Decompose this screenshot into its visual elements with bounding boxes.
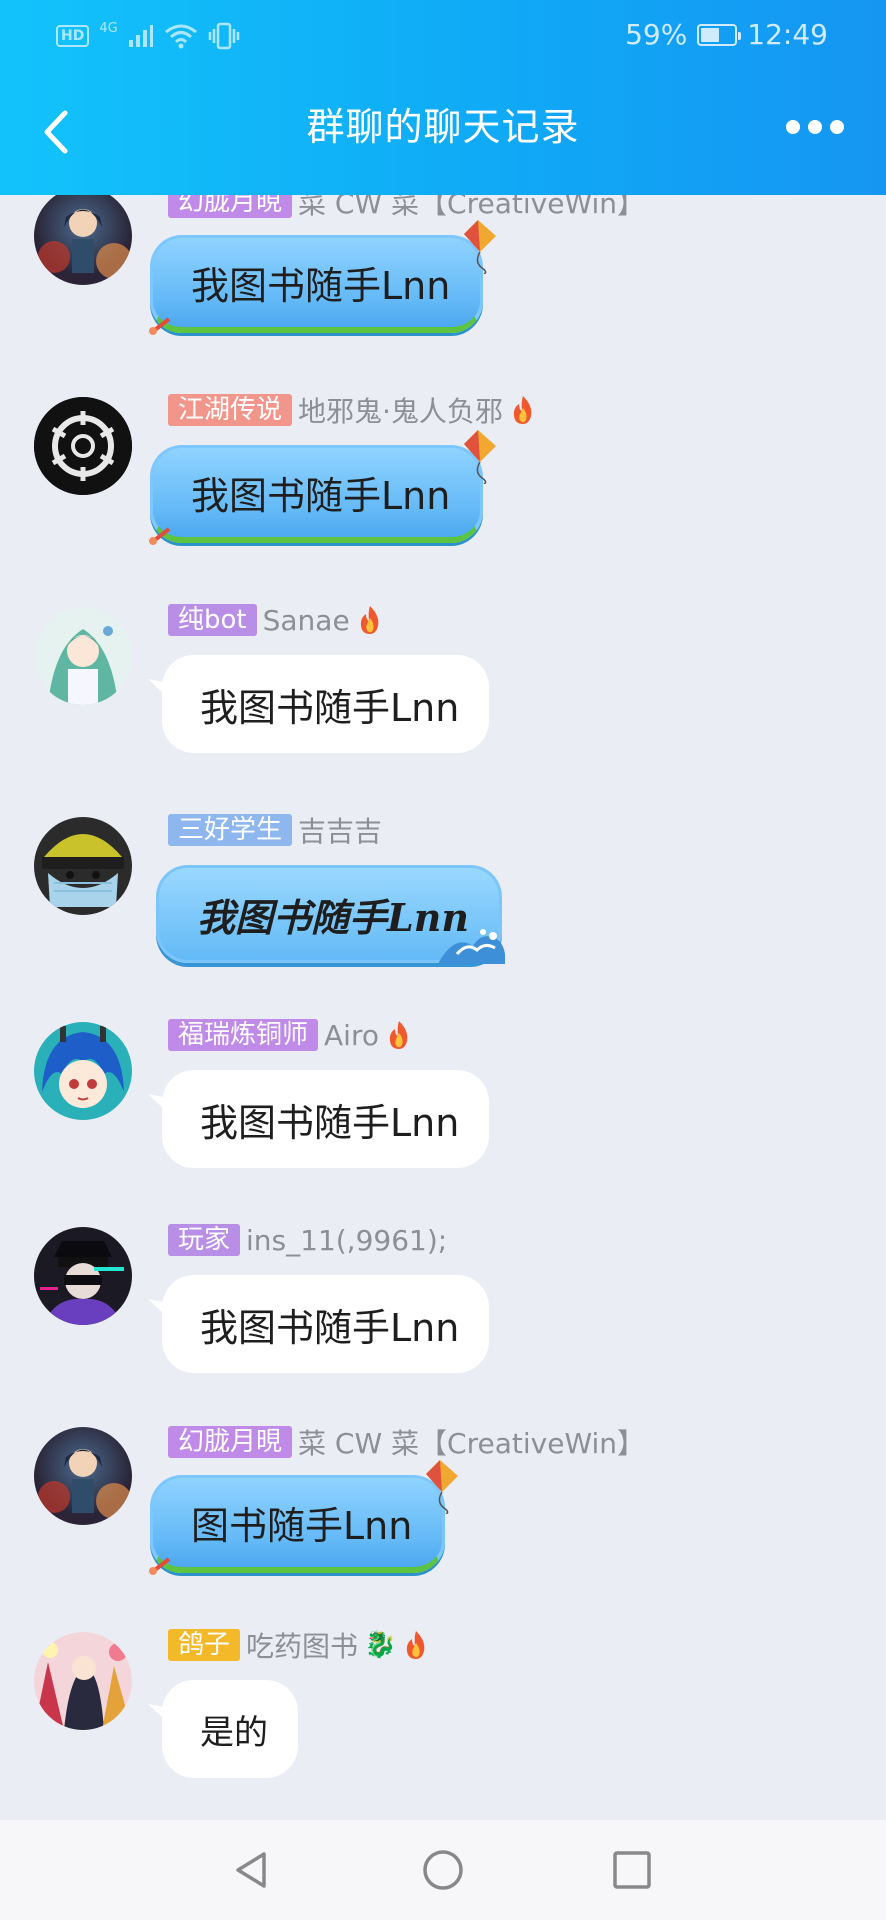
- page-title: 群聊的聊天记录: [306, 105, 580, 149]
- member-title-badge: 福瑞炼铜师: [168, 1019, 319, 1051]
- avatar[interactable]: [34, 607, 132, 705]
- circle-home-icon[interactable]: [421, 1848, 465, 1892]
- avatar[interactable]: [34, 1227, 132, 1325]
- message-text: 图书随手Lnn: [191, 1504, 413, 1548]
- avatar[interactable]: [34, 817, 132, 915]
- message-bubble[interactable]: 我图书随手Lnn: [162, 1275, 490, 1373]
- member-title-badge: 幻胧月晛: [168, 1426, 293, 1458]
- battery-icon: [697, 23, 742, 46]
- member-title-badge: 鸽子: [168, 1629, 241, 1661]
- message-text: 我图书随手Lnn: [200, 1305, 460, 1350]
- member-title-badge: 纯bot: [168, 604, 257, 636]
- more-dot: [786, 120, 800, 134]
- sender-nickname[interactable]: 吉吉吉: [298, 810, 382, 850]
- app-header: HD 4G 59% 12:49 群聊的聊天记录: [0, 0, 886, 195]
- bubble-tail-icon: [149, 317, 171, 335]
- wave-icon: [438, 929, 505, 964]
- chat-history-list[interactable]: 幻胧月晛 菜 CW 菜【CreativeWin】 我图书随手Lnn 江湖传说 地…: [0, 195, 886, 1820]
- sender-line: 纯bot Sanae: [168, 603, 384, 637]
- sender-line: 幻胧月晛 菜 CW 菜【CreativeWin】: [168, 195, 645, 220]
- status-left: HD 4G: [56, 20, 240, 50]
- sender-line: 福瑞炼铜师 Airo: [168, 1018, 413, 1052]
- sender-nickname[interactable]: ins_11(,9961);: [246, 1224, 447, 1257]
- message-bubble[interactable]: 我图书随手Lnn: [149, 430, 497, 545]
- message-bubble[interactable]: 图书随手Lnn: [149, 1460, 459, 1575]
- member-title-badge: 玩家: [168, 1224, 241, 1256]
- more-dot: [808, 120, 822, 134]
- message-bubble[interactable]: 我图书随手Lnn: [162, 655, 490, 753]
- status-right: 59% 12:49: [625, 18, 828, 51]
- avatar[interactable]: [34, 195, 132, 285]
- sender-nickname[interactable]: Sanae: [263, 604, 350, 637]
- bubble-tail-icon: [149, 527, 171, 545]
- battery-percent: 59%: [625, 18, 688, 51]
- vibrate-icon: [208, 22, 239, 50]
- sender-nickname[interactable]: Airo: [324, 1019, 379, 1052]
- kite-icon: [464, 430, 497, 484]
- avatar[interactable]: [34, 1632, 132, 1730]
- message-text: 我图书随手Lnn: [191, 474, 451, 518]
- fire-icon: [360, 606, 379, 634]
- sender-line: 玩家 ins_11(,9961);: [168, 1223, 447, 1257]
- message-bubble[interactable]: 我图书随手Lnn: [149, 220, 497, 335]
- system-navigation-bar: [0, 1820, 886, 1920]
- battery-level: [701, 27, 719, 42]
- fire-icon: [513, 396, 532, 424]
- sender-nickname[interactable]: 地邪鬼·鬼人负邪: [298, 390, 503, 430]
- message-text: 我图书随手Lnn: [200, 685, 460, 730]
- clock: 12:49: [747, 18, 828, 51]
- sender-line: 幻胧月晛 菜 CW 菜【CreativeWin】: [168, 1422, 645, 1462]
- sender-line: 江湖传说 地邪鬼·鬼人负邪: [168, 390, 537, 430]
- hd-indicator: HD: [56, 25, 90, 47]
- triangle-back-icon[interactable]: [230, 1848, 274, 1892]
- fire-icon: [389, 1021, 408, 1049]
- wifi-icon: [164, 24, 197, 49]
- message-text: 我图书随手Lnn: [191, 264, 451, 308]
- network-type: 4G: [99, 20, 118, 36]
- avatar[interactable]: [34, 1022, 132, 1120]
- status-bar: HD 4G 59% 12:49: [0, 0, 886, 74]
- kite-icon: [464, 220, 497, 274]
- member-title-badge: 三好学生: [168, 814, 293, 846]
- sender-nickname[interactable]: 吃药图书: [246, 1625, 358, 1665]
- message-text: 是的: [200, 1712, 268, 1753]
- sender-nickname[interactable]: 菜 CW 菜【CreativeWin】: [298, 1422, 645, 1462]
- kite-icon: [426, 1460, 459, 1514]
- sender-line: 三好学生 吉吉吉: [168, 810, 382, 850]
- message-bubble[interactable]: 是的: [162, 1680, 298, 1778]
- message-bubble[interactable]: 我图书随手Lnn: [162, 1070, 490, 1168]
- bubble-tail-icon: [149, 1557, 171, 1575]
- avatar[interactable]: [34, 1427, 132, 1525]
- dragon-icon: 🐉: [364, 1630, 397, 1660]
- message-text: 我图书随手Lnn: [200, 1100, 460, 1145]
- avatar[interactable]: [34, 397, 132, 495]
- message-bubble[interactable]: 我图书随手Lnn: [156, 865, 505, 964]
- square-recents-icon[interactable]: [610, 1848, 654, 1892]
- member-title-badge: 江湖传说: [168, 394, 293, 426]
- signal-icon: [128, 25, 153, 47]
- more-dot: [830, 120, 844, 134]
- message-text: 我图书随手Lnn: [197, 894, 469, 940]
- member-title-badge: 幻胧月晛: [168, 195, 293, 218]
- more-button[interactable]: [786, 120, 844, 134]
- sender-line: 鸽子 吃药图书 🐉: [168, 1625, 430, 1665]
- fire-icon: [407, 1631, 425, 1659]
